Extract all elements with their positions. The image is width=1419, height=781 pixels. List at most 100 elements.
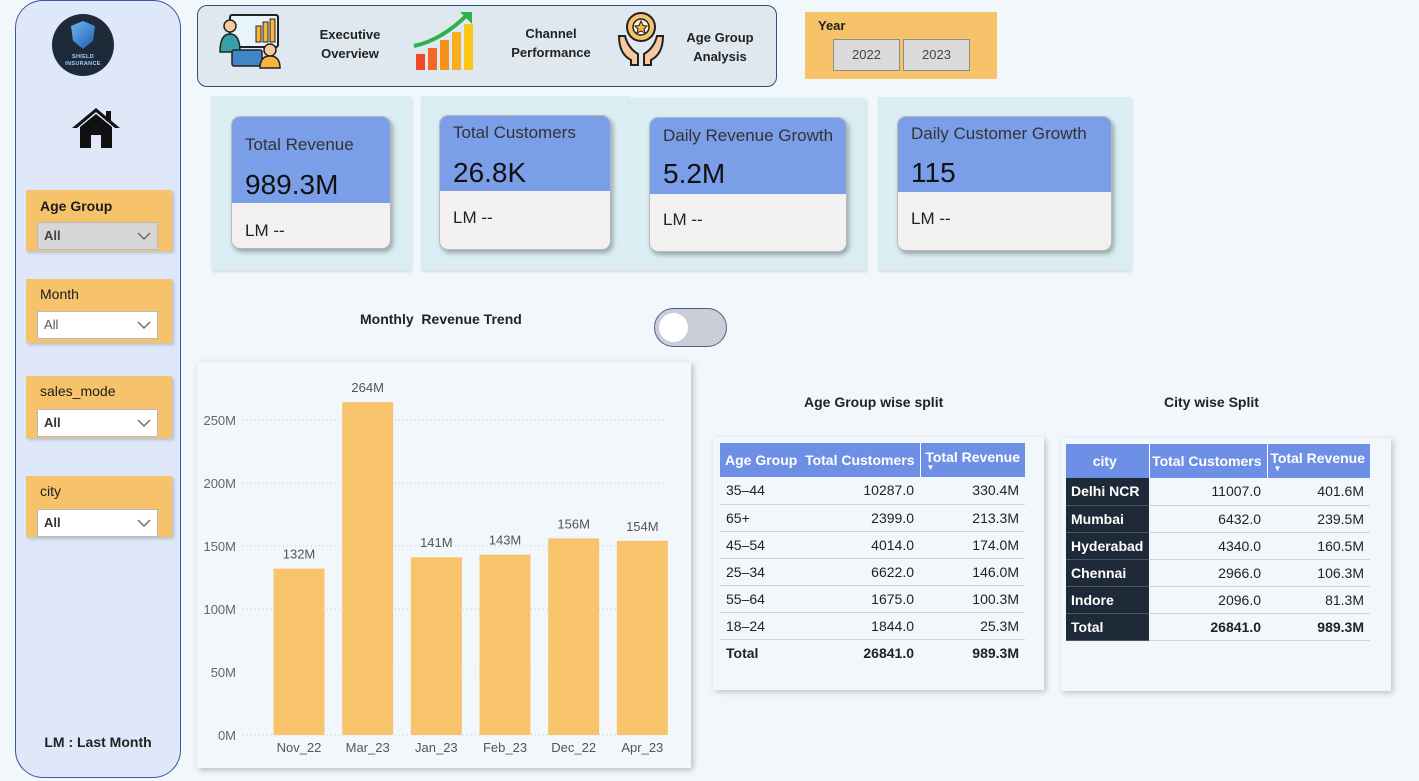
last-month-footnote: LM : Last Month [44,734,152,750]
table-cell: Indore [1066,586,1149,614]
bar-data-label: 132M [283,547,316,562]
month-dropdown[interactable]: All [37,311,158,339]
column-header-label: Total Revenue [925,449,1020,465]
table-cell: Chennai [1066,559,1149,587]
table-row[interactable]: Indore 2096.0 81.3M [1066,586,1370,614]
nav-channel-performance-line1: Channel [525,26,577,41]
kpi-value: 5.2M [663,158,726,189]
column-header[interactable]: city [1066,444,1149,478]
nav-age-group-analysis-line2: Analysis [693,49,747,64]
city-filter-label: city [40,483,61,499]
view-toggle[interactable] [654,308,727,347]
column-header[interactable]: Age Group [720,443,804,477]
nav-age-group-analysis[interactable]: Age Group Analysis [676,28,764,66]
column-header[interactable]: Total Customers [1148,444,1267,478]
bar-data-label: 264M [351,380,384,395]
table-total-row: Total 26841.0 989.3M [720,638,1025,666]
bar[interactable] [548,538,600,735]
table-row[interactable]: 65+ 2399.0 213.3M [720,504,1025,532]
x-tick-label: Feb_23 [483,740,527,755]
x-tick-label: Mar_23 [346,740,390,755]
kpi-value: 989.3M [245,169,339,200]
table-cell: 401.6M [1267,478,1370,506]
month-dropdown-value: All [44,317,59,332]
chart-title: Monthly Revenue Trend [360,311,522,327]
hands-star-icon[interactable] [616,10,666,66]
table-row[interactable]: 18–24 1844.0 25.3M [720,612,1025,640]
bar-data-label: 141M [420,535,453,550]
x-tick-label: Dec_22 [551,740,596,755]
table-row[interactable]: Delhi NCR 11007.0 401.6M [1066,478,1370,506]
kpi-last-month: LM -- [453,208,493,227]
bar[interactable] [410,557,462,735]
age-split-table: Age Group Total Customers Total Revenue … [720,443,1025,666]
logo-text: SHIELD [72,54,94,60]
table-cell: 45–54 [720,531,804,559]
table-row[interactable]: Hyderabad 4340.0 160.5M [1066,532,1370,560]
sort-descending-icon: ▼ [926,463,935,472]
bar[interactable] [342,402,394,735]
kpi-last-month: LM -- [911,209,951,228]
city-dropdown-value: All [44,515,61,530]
table-row[interactable]: 55–64 1675.0 100.3M [720,585,1025,613]
kpi-panel-daily-revenue-growth: Daily Revenue Growth 5.2M LM -- [630,98,866,270]
table-cell: 239.5M [1267,505,1370,533]
nav-channel-performance[interactable]: Channel Performance [500,24,602,62]
age-group-filter: Age Group All [26,190,172,251]
kpi-title: Daily Customer Growth [911,124,1087,143]
city-split-table: city Total Customers Total Revenue ▼ Del… [1066,444,1370,641]
column-header[interactable]: Total Customers [804,443,920,477]
column-header-label: Total Revenue [1270,450,1365,466]
sales-mode-filter: sales_mode All [26,376,172,438]
kpi-last-month: LM -- [245,221,285,240]
total-cell: 989.3M [1267,613,1370,641]
bar-data-label: 154M [626,519,659,534]
y-tick-label: 200M [203,476,236,491]
city-split-title: City wise Split [1164,394,1259,410]
kpi-panel-total-customers: Total Customers 26.8K LM -- [421,96,630,270]
table-cell: 160.5M [1267,532,1370,560]
kpi-last-month: LM -- [663,210,703,229]
home-icon[interactable] [70,106,122,150]
y-tick-label: 50M [211,665,236,680]
chevron-down-icon [137,419,151,427]
chevron-down-icon [137,321,151,329]
x-tick-label: Apr_23 [621,740,663,755]
y-tick-label: 100M [203,602,236,617]
logo-subtext: INSURANCE [65,61,101,67]
year-slicer-label: Year [818,18,846,33]
nav-executive-overview-line2: Overview [321,46,379,61]
table-row[interactable]: 35–44 10287.0 330.4M [720,477,1025,505]
sales-mode-dropdown[interactable]: All [37,409,158,437]
city-dropdown[interactable]: All [37,509,158,537]
growth-bars-icon[interactable] [412,10,476,72]
bar[interactable] [273,568,325,735]
total-cell: Total [720,638,804,666]
bar[interactable] [616,540,668,735]
table-row[interactable]: Mumbai 6432.0 239.5M [1066,505,1370,533]
table-cell: Mumbai [1066,505,1149,533]
column-header-sorted[interactable]: Total Revenue ▼ [1266,444,1370,478]
kpi-panel-daily-customer-growth: Daily Customer Growth 115 LM -- [878,97,1131,270]
age-group-dropdown-value: All [44,228,61,243]
nav-executive-overview[interactable]: Executive Overview [300,25,400,63]
presentation-icon[interactable] [218,12,284,70]
table-cell: Delhi NCR [1066,478,1149,506]
table-row[interactable]: Chennai 2966.0 106.3M [1066,559,1370,587]
total-cell: 26841.0 [804,638,920,666]
table-cell: 6432.0 [1149,505,1267,533]
column-header-sorted[interactable]: Total Revenue ▼ [919,443,1025,477]
table-cell: 146.0M [920,558,1025,586]
table-cell: 213.3M [920,504,1025,532]
age-group-dropdown[interactable]: All [37,222,158,250]
table-row[interactable]: 45–54 4014.0 174.0M [720,531,1025,559]
table-row[interactable]: 25–34 6622.0 146.0M [720,558,1025,586]
year-option-2022[interactable]: 2022 [833,39,900,71]
bar[interactable] [479,554,531,735]
company-logo: SHIELD INSURANCE [52,14,114,76]
table-cell: 106.3M [1267,559,1370,587]
table-cell: 2966.0 [1149,559,1267,587]
year-option-2023[interactable]: 2023 [903,39,970,71]
kpi-title: Total Revenue [245,135,354,154]
sort-descending-icon: ▼ [1273,464,1282,473]
